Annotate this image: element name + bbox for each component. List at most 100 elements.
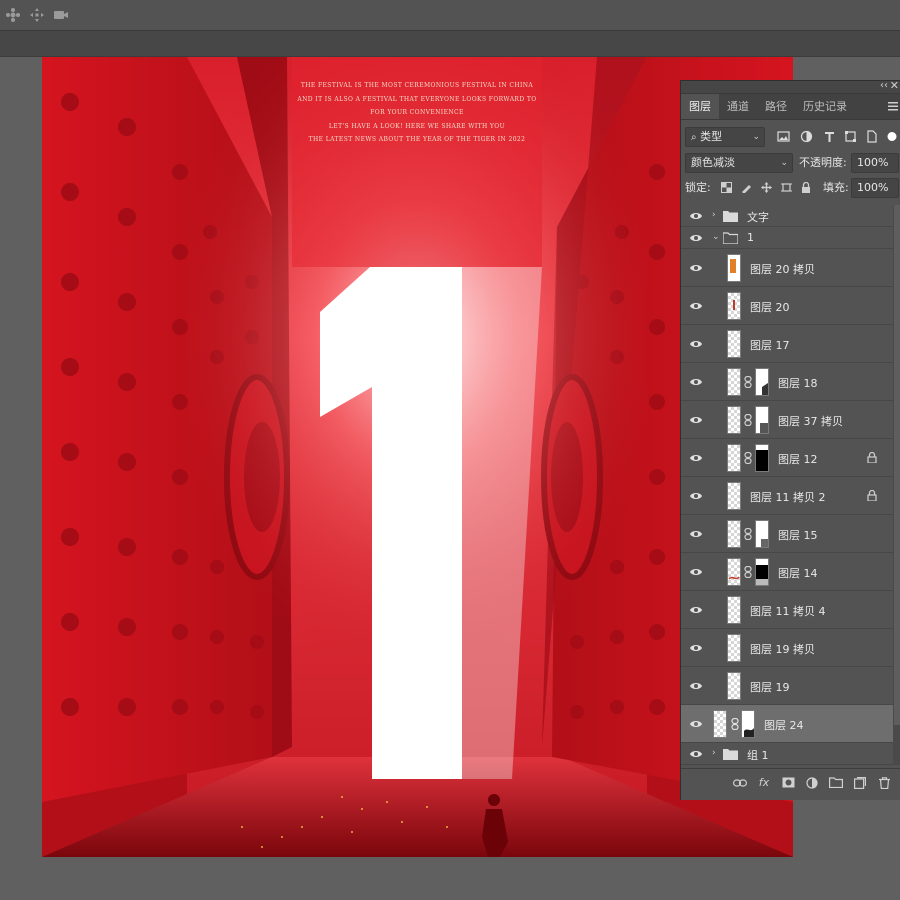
- layer-filter-select[interactable]: ⌕ 类型 ⌄: [685, 127, 765, 147]
- layer-row-group-group1[interactable]: › 组 1: [681, 743, 893, 765]
- adjustment-filter-icon[interactable]: [800, 130, 813, 143]
- eye-icon[interactable]: [690, 749, 702, 759]
- link-icon[interactable]: [744, 527, 752, 541]
- layer-mask-thumbnail[interactable]: [755, 368, 769, 396]
- panel-menu-icon[interactable]: [888, 101, 898, 111]
- panel-titlebar: ‹‹ ✕: [681, 79, 900, 94]
- layer-row[interactable]: 图层 14: [681, 553, 893, 591]
- link-icon[interactable]: [744, 451, 752, 465]
- layer-mask-thumbnail[interactable]: [755, 558, 769, 586]
- tab-channels[interactable]: 通道: [719, 94, 757, 119]
- opacity-value: 100%: [857, 156, 889, 169]
- eye-icon[interactable]: [690, 681, 702, 691]
- close-panel-icon[interactable]: ✕: [890, 79, 899, 92]
- layer-row[interactable]: 图层 37 拷贝: [681, 401, 893, 439]
- chevron-right-icon[interactable]: ›: [712, 210, 716, 220]
- trash-icon[interactable]: [877, 776, 891, 790]
- layer-mask-thumbnail[interactable]: [755, 520, 769, 548]
- link-icon[interactable]: [744, 413, 752, 427]
- eye-icon[interactable]: [690, 301, 702, 311]
- link-icon[interactable]: [731, 717, 739, 731]
- eye-icon[interactable]: [690, 643, 702, 653]
- layer-thumbnail: [727, 672, 741, 700]
- new-group-icon[interactable]: [829, 776, 843, 790]
- add-mask-icon[interactable]: [781, 776, 795, 790]
- lock-icon: [867, 489, 877, 502]
- layer-mask-thumbnail[interactable]: [741, 710, 755, 738]
- poster-line-1: THE FESTIVAL IS THE MOST CEREMONIOUS FES…: [300, 82, 534, 89]
- layer-row[interactable]: 图层 17: [681, 325, 893, 363]
- layer-row[interactable]: 图层 19 拷贝: [681, 629, 893, 667]
- tab-history[interactable]: 历史记录: [795, 94, 855, 119]
- layer-thumbnail: [727, 444, 741, 472]
- new-layer-icon[interactable]: [853, 776, 867, 790]
- link-icon[interactable]: [744, 565, 752, 579]
- layer-row[interactable]: 图层 11 拷贝 4: [681, 591, 893, 629]
- filter-toggle-icon[interactable]: [887, 130, 900, 143]
- lock-transparency-icon[interactable]: [721, 182, 732, 196]
- 3d-orbit-icon[interactable]: [4, 6, 22, 24]
- lock-artboard-icon[interactable]: [781, 182, 792, 196]
- eye-icon[interactable]: [690, 491, 702, 501]
- layers-panel: ‹‹ ✕ 图层 通道 路径 历史记录 ⌕ 类型 ⌄ 颜色减淡 ⌄ 不透明度: 1…: [680, 79, 900, 800]
- layer-row-group-1[interactable]: ⌄ 1: [681, 227, 893, 249]
- tab-layers[interactable]: 图层: [681, 94, 719, 119]
- eye-icon[interactable]: [690, 377, 702, 387]
- scrollbar-thumb[interactable]: [894, 205, 900, 725]
- tab-paths[interactable]: 路径: [757, 94, 795, 119]
- eye-icon[interactable]: [690, 415, 702, 425]
- chevron-right-icon[interactable]: ›: [712, 748, 716, 758]
- opacity-field[interactable]: 100%: [851, 153, 899, 173]
- opacity-label: 不透明度:: [799, 156, 847, 169]
- lock-label: 锁定:: [685, 181, 711, 194]
- blend-mode-select[interactable]: 颜色减淡 ⌄: [685, 153, 793, 173]
- layer-name: 图层 11 拷贝 4: [750, 605, 826, 618]
- smart-object-filter-icon[interactable]: [865, 130, 878, 143]
- layer-row[interactable]: 图层 20: [681, 287, 893, 325]
- lock-position-icon[interactable]: [761, 182, 772, 196]
- eye-icon[interactable]: [690, 453, 702, 463]
- layer-thumbnail: [727, 254, 741, 282]
- eye-icon[interactable]: [690, 263, 702, 273]
- chevron-down-icon: ⌄: [752, 132, 760, 142]
- collapse-panel-icon[interactable]: ‹‹: [880, 80, 888, 91]
- type-filter-icon[interactable]: [823, 130, 836, 143]
- layer-row-group-text[interactable]: › 文字: [681, 205, 893, 227]
- layer-row-selected[interactable]: 图层 24: [681, 705, 893, 743]
- image-filter-icon[interactable]: [777, 130, 790, 143]
- eye-icon[interactable]: [690, 567, 702, 577]
- eye-icon[interactable]: [690, 233, 702, 243]
- layer-row[interactable]: 图层 12: [681, 439, 893, 477]
- link-icon[interactable]: [744, 375, 752, 389]
- link-layers-icon[interactable]: [733, 776, 747, 790]
- eye-icon[interactable]: [690, 719, 702, 729]
- layer-row[interactable]: 图层 20 拷贝: [681, 249, 893, 287]
- layer-mask-thumbnail[interactable]: [755, 444, 769, 472]
- fx-icon[interactable]: fx: [757, 776, 771, 790]
- layer-list-scrollbar[interactable]: [893, 205, 900, 765]
- eye-icon[interactable]: [690, 529, 702, 539]
- layer-row[interactable]: 图层 19: [681, 667, 893, 705]
- adjustment-icon[interactable]: [805, 776, 819, 790]
- shape-filter-icon[interactable]: [844, 130, 857, 143]
- layer-thumbnail: [727, 292, 741, 320]
- chevron-down-icon[interactable]: ⌄: [712, 232, 720, 242]
- eye-icon[interactable]: [690, 211, 702, 221]
- fill-field[interactable]: 100%: [851, 178, 899, 198]
- layer-row[interactable]: 图层 18: [681, 363, 893, 401]
- filter-icons: [777, 130, 897, 144]
- 3d-pan-icon[interactable]: [28, 6, 46, 24]
- photoshop-window: THE FESTIVAL IS THE MOST CEREMONIOUS FES…: [0, 0, 900, 900]
- layer-thumbnail: [727, 558, 741, 586]
- eye-icon[interactable]: [690, 605, 702, 615]
- layer-name: 图层 18: [778, 377, 818, 390]
- layer-name: 图层 15: [778, 529, 818, 542]
- lock-pixels-icon[interactable]: [741, 182, 752, 196]
- chevron-down-icon: ⌄: [780, 158, 788, 168]
- eye-icon[interactable]: [690, 339, 702, 349]
- layer-row[interactable]: 图层 11 拷贝 2: [681, 477, 893, 515]
- layer-mask-thumbnail[interactable]: [755, 406, 769, 434]
- lock-all-icon[interactable]: [801, 181, 811, 196]
- layer-row[interactable]: 图层 15: [681, 515, 893, 553]
- 3d-camera-icon[interactable]: [52, 6, 70, 24]
